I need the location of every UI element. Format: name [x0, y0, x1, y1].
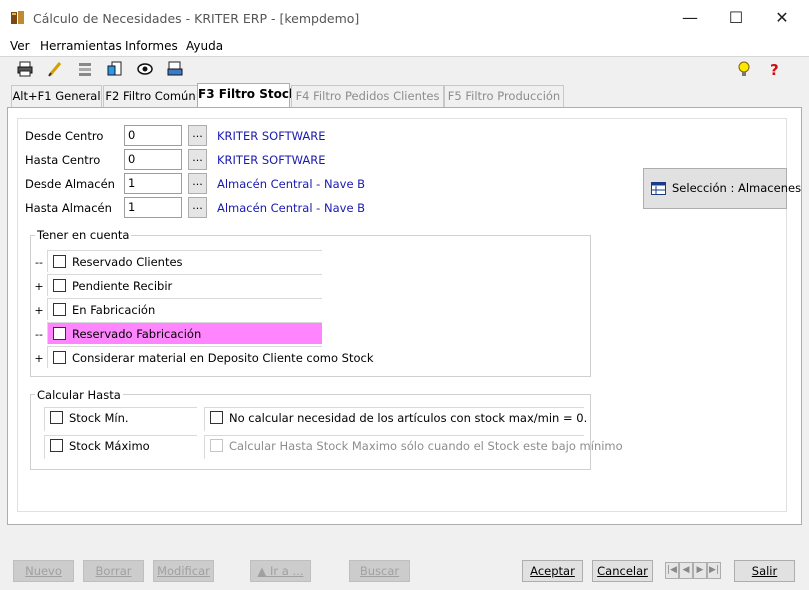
pencil-icon[interactable] — [46, 60, 64, 78]
cancelar-button[interactable]: Cancelar — [592, 560, 653, 582]
hasta-almacen-lookup-button[interactable]: ... — [188, 197, 207, 218]
borrar-button[interactable]: Borrar — [83, 560, 144, 582]
row-sign: + — [34, 352, 44, 365]
nuevo-button[interactable]: Nuevo — [13, 560, 74, 582]
seleccion-almacenes-button[interactable]: Selección : Almacenes — [643, 168, 801, 209]
menu-ayuda[interactable]: Ayuda — [186, 38, 223, 56]
desde-almacen-lookup-button[interactable]: ... — [188, 173, 207, 194]
hasta-almacen-input[interactable]: 1 — [124, 197, 182, 218]
calcular-hasta-max-checkbox[interactable] — [210, 439, 223, 452]
stock-min-label: Stock Mín. — [69, 411, 129, 425]
desde-centro-label: Desde Centro — [25, 129, 104, 143]
row-sign: -- — [35, 256, 43, 269]
calcular-hasta-max-label: Calcular Hasta Stock Maximo sólo cuando … — [229, 439, 623, 453]
tab-filtro-pedidos-clientes[interactable]: F4 Filtro Pedidos Clientes — [291, 85, 444, 107]
hasta-centro-description: KRITER SOFTWARE — [217, 153, 326, 167]
tener-en-cuenta-title: Tener en cuenta — [35, 228, 132, 242]
modificar-button[interactable]: Modificar — [153, 560, 214, 582]
desde-centro-lookup-button[interactable]: ... — [188, 125, 207, 146]
en-fabricacion-checkbox[interactable] — [53, 303, 66, 316]
svg-text:?: ? — [770, 61, 779, 78]
menu-ver[interactable]: Ver — [10, 38, 30, 56]
lightbulb-icon[interactable] — [735, 60, 753, 78]
tab-filtro-comun[interactable]: F2 Filtro Común — [103, 85, 198, 107]
menu-informes[interactable]: Informes — [125, 38, 178, 56]
desde-centro-input[interactable]: 0 — [124, 125, 182, 146]
stock-max-checkbox[interactable] — [50, 439, 63, 452]
minimize-button[interactable]: — — [667, 0, 713, 38]
window-title: Cálculo de Necesidades - KRITER ERP - [k… — [33, 11, 360, 26]
row-sign: -- — [35, 328, 43, 341]
desde-centro-description: KRITER SOFTWARE — [217, 129, 326, 143]
print-preview-icon[interactable] — [166, 60, 184, 78]
stock-max-label: Stock Máximo — [69, 439, 150, 453]
hasta-centro-label: Hasta Centro — [25, 153, 101, 167]
printer-icon[interactable] — [16, 60, 34, 78]
material-deposito-checkbox[interactable] — [53, 351, 66, 364]
hasta-almacen-label: Hasta Almacén — [25, 201, 112, 215]
hasta-centro-lookup-button[interactable]: ... — [188, 149, 207, 170]
last-record-button[interactable]: ▶| — [707, 562, 721, 579]
salir-button[interactable]: Salir — [734, 560, 795, 582]
tab-filtro-produccion[interactable]: F5 Filtro Producción — [444, 85, 564, 107]
reservado-fabricacion-label: Reservado Fabricación — [72, 327, 202, 341]
prev-record-button[interactable]: ◀ — [679, 562, 693, 579]
desde-almacen-input[interactable]: 1 — [124, 173, 182, 194]
tab-filtro-stock[interactable]: F3 Filtro Stock — [197, 83, 297, 108]
maximize-button[interactable]: ☐ — [713, 0, 759, 38]
en-fabricacion-label: En Fabricación — [72, 303, 156, 317]
menu-herramientas[interactable]: Herramientas — [40, 38, 122, 56]
ir-a-button[interactable]: ▲ Ir a ... — [250, 560, 311, 582]
no-calcular-checkbox[interactable] — [210, 411, 223, 424]
row-sign: + — [34, 280, 44, 293]
next-record-button[interactable]: ▶ — [693, 562, 707, 579]
pendiente-recibir-label: Pendiente Recibir — [72, 279, 173, 293]
reservado-clientes-label: Reservado Clientes — [72, 255, 183, 269]
aceptar-button[interactable]: Aceptar — [522, 560, 583, 582]
close-button[interactable]: ✕ — [759, 0, 805, 38]
app-book-icon — [11, 11, 24, 24]
first-record-button[interactable]: |◀ — [665, 562, 679, 579]
desde-almacen-label: Desde Almacén — [25, 177, 115, 191]
stack-icon[interactable] — [76, 60, 94, 78]
seleccion-almacenes-label: Selección : Almacenes — [672, 181, 802, 195]
pendiente-recibir-checkbox[interactable] — [53, 279, 66, 292]
title-bar: Cálculo de Necesidades - KRITER ERP - [k… — [0, 0, 809, 38]
desde-almacen-description: Almacén Central - Nave B — [217, 177, 366, 191]
row-sign: + — [34, 304, 44, 317]
reservado-clientes-checkbox[interactable] — [53, 255, 66, 268]
page-icon[interactable] — [106, 60, 124, 78]
reservado-fabricacion-checkbox[interactable] — [53, 327, 66, 340]
buscar-button[interactable]: Buscar — [349, 560, 410, 582]
table-icon — [651, 182, 666, 195]
stock-min-checkbox[interactable] — [50, 411, 63, 424]
help-icon[interactable]: ? — [767, 60, 785, 78]
hasta-almacen-description: Almacén Central - Nave B — [217, 201, 366, 215]
material-deposito-label: Considerar material en Deposito Cliente … — [72, 351, 374, 365]
no-calcular-label: No calcular necesidad de los artículos c… — [229, 411, 588, 425]
calcular-hasta-title: Calcular Hasta — [35, 388, 123, 402]
hasta-centro-input[interactable]: 0 — [124, 149, 182, 170]
tab-general[interactable]: Alt+F1 General — [11, 85, 102, 107]
eye-icon[interactable] — [136, 60, 154, 78]
